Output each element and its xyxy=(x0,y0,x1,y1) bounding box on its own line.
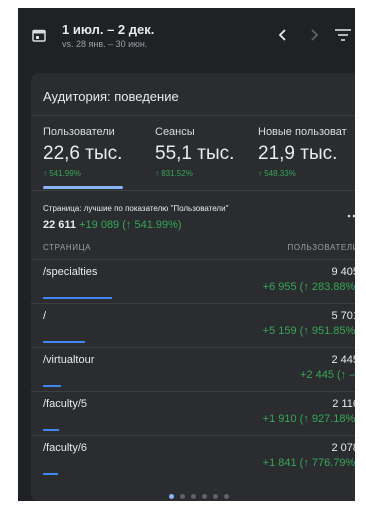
calendar-icon[interactable] xyxy=(32,28,46,42)
selected-metric-indicator xyxy=(43,186,123,189)
table-title: Страница: лучшие по показателю "Пользова… xyxy=(43,204,229,213)
row-page: /faculty/6 xyxy=(43,442,88,454)
pagination-dot[interactable] xyxy=(191,494,196,499)
row-page: / xyxy=(43,310,47,322)
metric-label: Новые пользоват xyxy=(258,126,347,138)
metric-change: ↑ 541.99% xyxy=(43,169,81,178)
row-delta: +6 955 (↑ 283.88%) xyxy=(262,281,355,293)
top-bar: 1 июл. – 2 дек. vs. 28 янв. – 30 июн. xyxy=(18,8,355,62)
summary-total: 22 611 xyxy=(43,219,77,231)
filter-icon[interactable] xyxy=(334,27,352,43)
metric-new-users[interactable]: Новые пользоват 21,9 тыс. ↑ 548.33% xyxy=(258,126,347,178)
metric-change: ↑ 831.52% xyxy=(155,169,193,178)
row-page: /specialties xyxy=(43,266,98,278)
divider xyxy=(31,190,355,191)
row-users: 9 405 xyxy=(331,266,355,278)
card-title: Аудитория: поведение xyxy=(43,89,179,104)
row-page: /faculty/5 xyxy=(43,398,88,410)
table-row[interactable]: /faculty/6 2 078 +1 841 (↑ 776.79%) xyxy=(31,435,355,478)
app-screen: 1 июл. – 2 дек. vs. 28 янв. – 30 июн. Ау… xyxy=(18,8,355,501)
card-header: Аудитория: поведение xyxy=(31,73,355,116)
metric-change: ↑ 548.33% xyxy=(258,169,296,178)
row-delta: +5 159 (↑ 951.85%) xyxy=(262,325,355,337)
table-row[interactable]: /virtualtour 2 445 +2 445 (↑ –) xyxy=(31,347,355,390)
metric-label: Сеансы xyxy=(155,126,195,138)
metric-value: 55,1 тыс. xyxy=(155,143,235,164)
column-header-users: ПОЛЬЗОВАТЕЛИ xyxy=(287,243,355,252)
row-page: /virtualtour xyxy=(43,354,95,366)
row-delta: +1 841 (↑ 776.79%) xyxy=(262,457,355,469)
row-users: 2 078 xyxy=(331,442,355,454)
table-row[interactable]: / 5 701 +5 159 (↑ 951.85%) xyxy=(31,303,355,346)
pagination-dots xyxy=(31,486,355,501)
row-delta: +2 445 (↑ –) xyxy=(299,369,355,381)
row-users: 5 701 xyxy=(331,310,355,322)
summary-delta: +19 089 (↑ 541.99%) xyxy=(79,219,182,231)
pagination-dot[interactable] xyxy=(180,494,185,499)
compare-range: vs. 28 янв. – 30 июн. xyxy=(62,39,148,49)
chevron-left-icon[interactable] xyxy=(275,26,291,44)
pagination-dot[interactable] xyxy=(169,494,174,499)
row-share-bar xyxy=(43,297,112,299)
table-row[interactable]: /specialties 9 405 +6 955 (↑ 283.88%) xyxy=(31,259,355,302)
pagination-dot[interactable] xyxy=(213,494,218,499)
row-share-bar xyxy=(43,385,61,387)
pagination-dot[interactable] xyxy=(202,494,207,499)
metric-sessions[interactable]: Сеансы 55,1 тыс. ↑ 831.52% xyxy=(155,126,234,178)
row-users: 2 116 xyxy=(332,398,355,410)
table-summary: 22 611 +19 089 (↑ 541.99%) xyxy=(43,219,182,231)
pagination-dot[interactable] xyxy=(224,494,229,499)
column-header-page: СТРАНИЦА xyxy=(43,243,92,252)
metric-users[interactable]: Пользователи 22,6 тыс. ↑ 541.99% xyxy=(43,126,122,178)
row-share-bar xyxy=(43,341,85,343)
metric-value: 21,9 тыс. xyxy=(258,143,338,164)
date-range[interactable]: 1 июл. – 2 дек. xyxy=(62,22,154,37)
chevron-right-icon[interactable] xyxy=(306,26,322,44)
row-delta: +1 910 (↑ 927.18%) xyxy=(262,413,355,425)
metric-value: 22,6 тыс. xyxy=(43,143,123,164)
row-users: 2 445 xyxy=(331,354,355,366)
row-share-bar xyxy=(43,473,58,475)
table-row[interactable]: /faculty/5 2 116 +1 910 (↑ 927.18%) xyxy=(31,391,355,434)
audience-behavior-card: Аудитория: поведение Пользователи 22,6 т… xyxy=(31,73,355,501)
more-horizontal-icon[interactable] xyxy=(347,206,355,218)
metric-label: Пользователи xyxy=(43,126,115,138)
row-share-bar xyxy=(43,429,59,431)
